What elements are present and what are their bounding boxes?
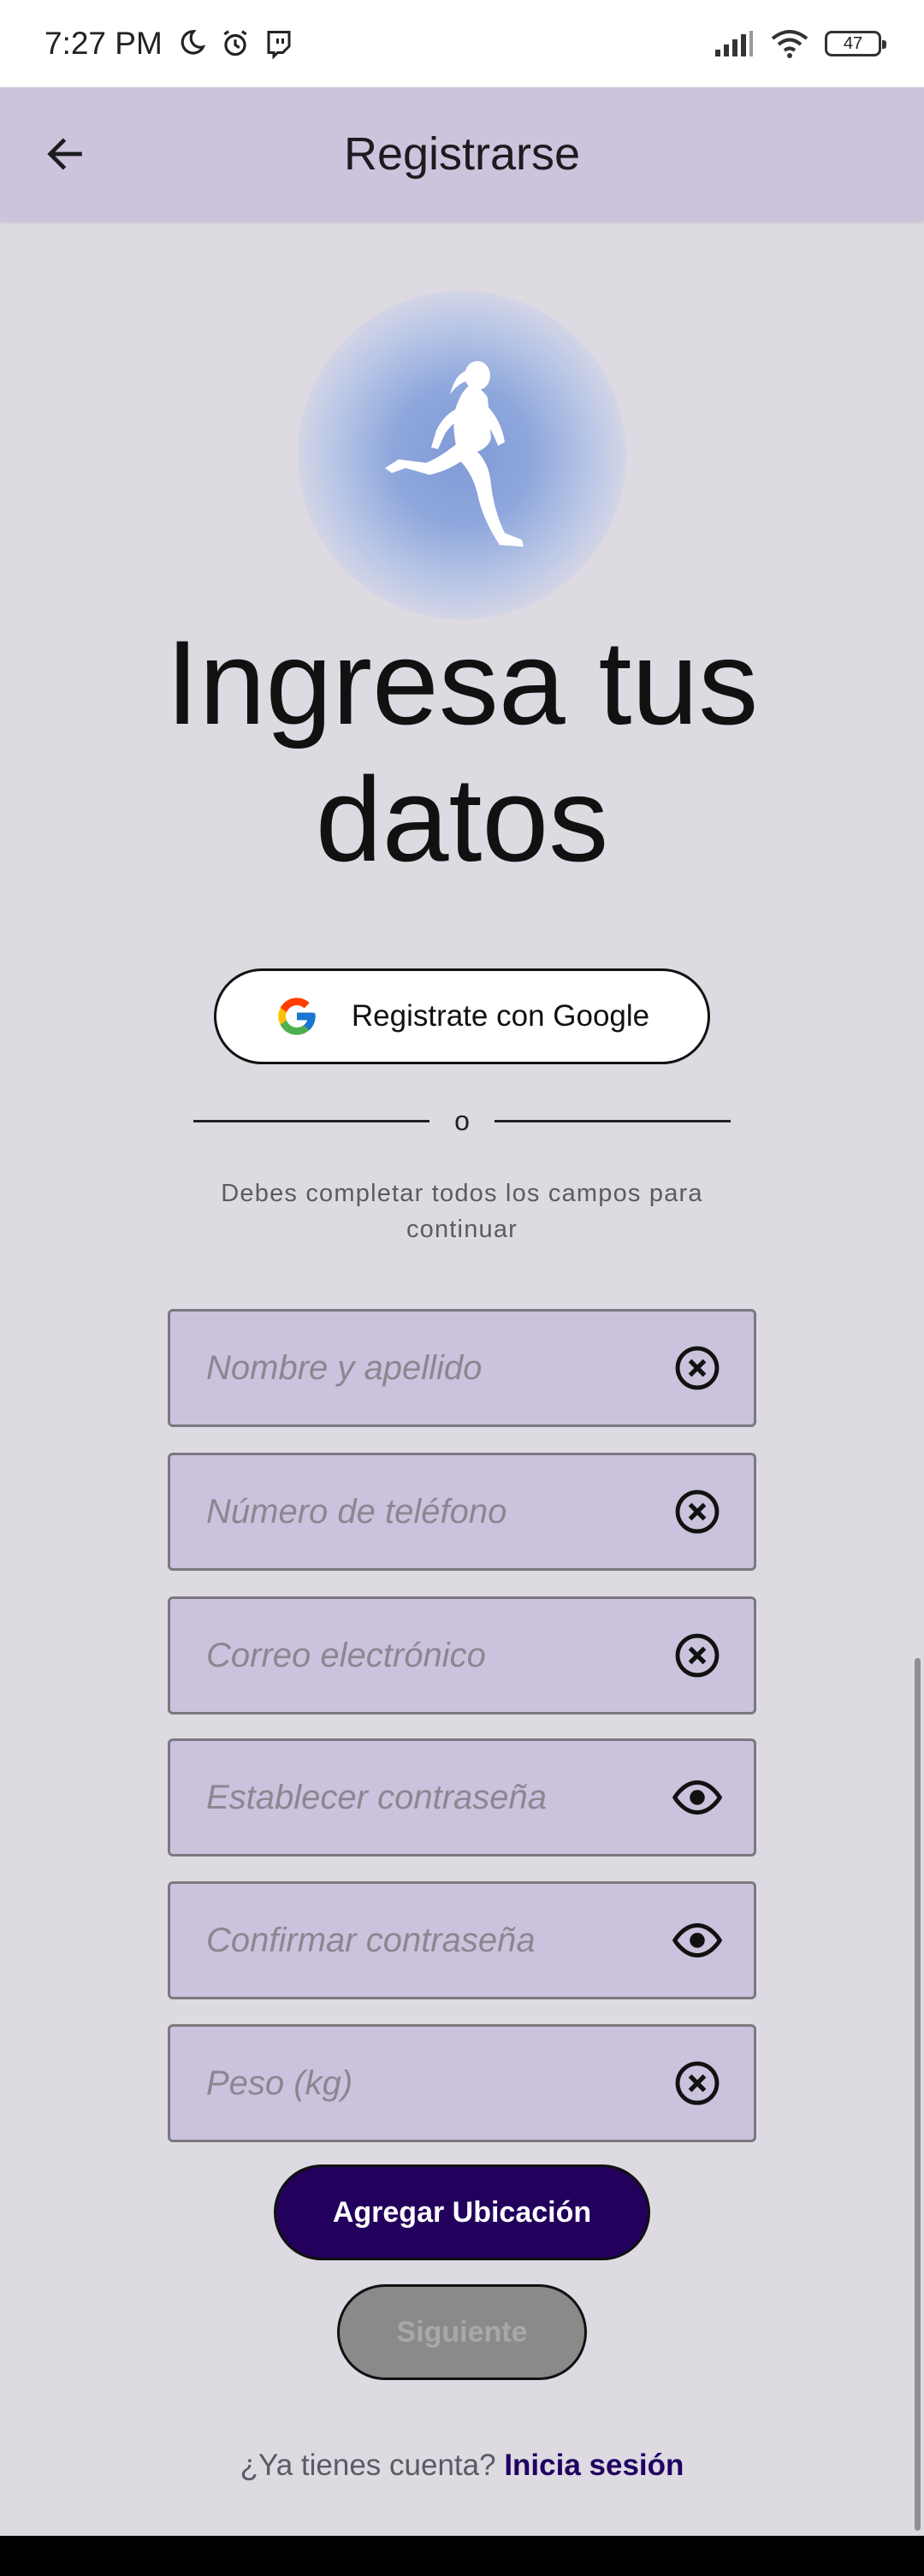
- clear-icon: [675, 1489, 720, 1534]
- add-location-button[interactable]: Agregar Ubicación: [274, 2164, 650, 2260]
- page-heading: Ingresa tus datos: [0, 614, 924, 888]
- status-bar: 7:27 PM 47: [0, 0, 924, 87]
- eye-icon: [672, 1922, 723, 1958]
- or-divider: o: [193, 1104, 731, 1138]
- password-field[interactable]: Establecer contraseña: [168, 1738, 756, 1856]
- google-signup-label: Registrate con Google: [351, 999, 650, 1033]
- moon-icon: [181, 30, 206, 55]
- navigation-bar: [0, 2536, 924, 2576]
- alarm-icon: [223, 30, 247, 56]
- battery-icon: 47: [825, 31, 886, 56]
- email-field[interactable]: Correo electrónico: [168, 1596, 756, 1714]
- toggle-confirm-password-visibility[interactable]: [672, 1915, 723, 1966]
- password-placeholder: Establecer contraseña: [206, 1778, 548, 1816]
- status-right: 47: [714, 28, 886, 59]
- google-icon: [278, 998, 316, 1035]
- app-logo: [298, 291, 626, 619]
- confirm-password-placeholder: Confirmar contraseña: [206, 1921, 536, 1959]
- clear-weight-button[interactable]: [672, 2058, 723, 2109]
- page-title: Registrarse: [343, 128, 581, 180]
- phone-placeholder: Número de teléfono: [206, 1492, 507, 1531]
- runner-icon: [385, 361, 524, 547]
- name-placeholder: Nombre y apellido: [206, 1348, 483, 1387]
- instruction-text: Debes completar todos los campos para co…: [221, 1180, 703, 1243]
- weight-placeholder: Peso (kg): [206, 2064, 353, 2102]
- clear-phone-button[interactable]: [672, 1486, 723, 1537]
- back-button[interactable]: [39, 128, 91, 180]
- twitch-icon: [267, 31, 291, 59]
- heading-line-1: Ingresa tus: [165, 615, 759, 749]
- login-prompt-text: ¿Ya tienes cuenta?: [240, 2449, 496, 2482]
- email-placeholder: Correo electrónico: [206, 1636, 486, 1674]
- signal-icon: [715, 31, 753, 56]
- phone-field[interactable]: Número de teléfono: [168, 1453, 756, 1571]
- clear-icon: [675, 1633, 720, 1678]
- clear-icon: [675, 1346, 720, 1390]
- google-signup-button[interactable]: Registrate con Google: [214, 968, 710, 1064]
- eye-icon: [672, 1780, 723, 1815]
- divider-line-left: [193, 1119, 429, 1122]
- battery-level: 47: [843, 33, 863, 53]
- clear-icon: [675, 2061, 720, 2105]
- toggle-password-visibility[interactable]: [672, 1772, 723, 1823]
- login-link[interactable]: Inicia sesión: [504, 2449, 684, 2482]
- arrow-back-icon: [47, 138, 82, 170]
- divider-text: o: [454, 1104, 470, 1136]
- login-prompt: ¿Ya tienes cuenta? Inicia sesión: [0, 2449, 924, 2483]
- next-button[interactable]: Siguiente: [337, 2284, 587, 2380]
- divider-line-right: [494, 1119, 731, 1122]
- name-field[interactable]: Nombre y apellido: [168, 1309, 756, 1427]
- clear-name-button[interactable]: [672, 1342, 723, 1394]
- confirm-password-field[interactable]: Confirmar contraseña: [168, 1881, 756, 1999]
- wifi-icon: [771, 30, 808, 58]
- status-left: 7:27 PM: [44, 26, 294, 62]
- heading-line-2: datos: [315, 752, 609, 886]
- app-bar: Registrarse: [0, 87, 924, 221]
- status-time: 7:27 PM: [44, 26, 163, 61]
- clear-email-button[interactable]: [672, 1630, 723, 1681]
- scrollbar[interactable]: [915, 1658, 921, 2531]
- weight-field[interactable]: Peso (kg): [168, 2024, 756, 2142]
